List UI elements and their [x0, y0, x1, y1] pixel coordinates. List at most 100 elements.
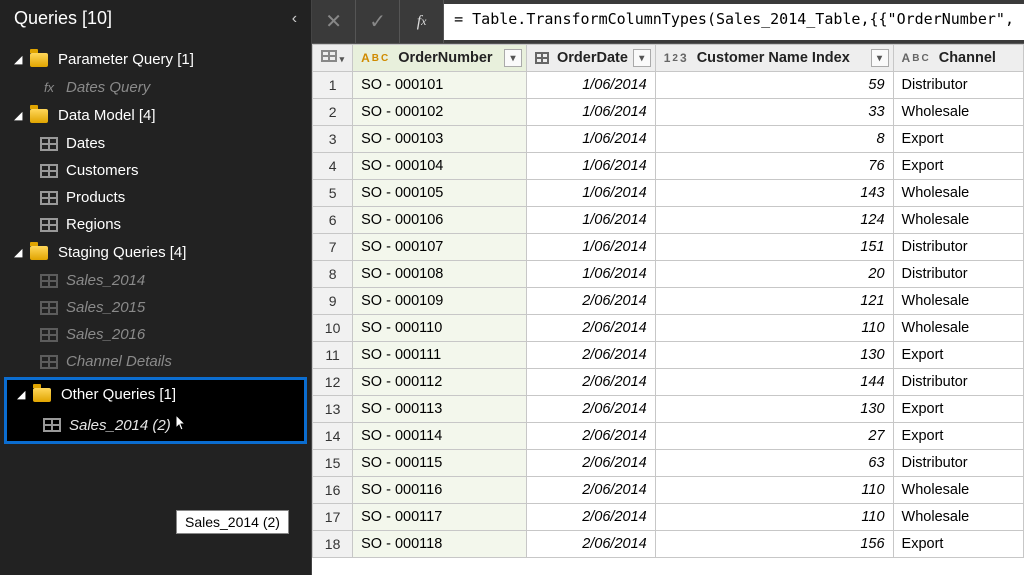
table-row[interactable]: 4SO - 0001041/06/201476Export — [313, 153, 1024, 180]
row-number[interactable]: 13 — [313, 396, 353, 423]
row-number[interactable]: 6 — [313, 207, 353, 234]
query-item[interactable]: Sales_2016 — [0, 321, 311, 348]
row-number[interactable]: 4 — [313, 153, 353, 180]
row-number[interactable]: 12 — [313, 369, 353, 396]
table-row[interactable]: 3SO - 0001031/06/20148Export — [313, 126, 1024, 153]
cell-ordernumber[interactable]: SO - 000113 — [353, 396, 527, 423]
cell-customer-index[interactable]: 33 — [655, 99, 893, 126]
cell-channel[interactable]: Export — [893, 342, 1023, 369]
row-number[interactable]: 5 — [313, 180, 353, 207]
cell-orderdate[interactable]: 2/06/2014 — [526, 288, 655, 315]
query-item[interactable]: fxDates Query — [0, 74, 311, 101]
cell-orderdate[interactable]: 2/06/2014 — [526, 369, 655, 396]
cell-customer-index[interactable]: 110 — [655, 504, 893, 531]
row-number[interactable]: 2 — [313, 99, 353, 126]
cell-customer-index[interactable]: 110 — [655, 477, 893, 504]
table-row[interactable]: 15SO - 0001152/06/201463Distributor — [313, 450, 1024, 477]
group-header[interactable]: ◢Parameter Query [1] — [0, 45, 311, 74]
cell-channel[interactable]: Export — [893, 531, 1023, 558]
table-row[interactable]: 5SO - 0001051/06/2014143Wholesale — [313, 180, 1024, 207]
cell-orderdate[interactable]: 1/06/2014 — [526, 72, 655, 99]
row-number[interactable]: 15 — [313, 450, 353, 477]
cell-channel[interactable]: Wholesale — [893, 504, 1023, 531]
cell-channel[interactable]: Export — [893, 423, 1023, 450]
select-all-corner[interactable]: ▾ — [313, 45, 353, 72]
row-number[interactable]: 14 — [313, 423, 353, 450]
table-row[interactable]: 9SO - 0001092/06/2014121Wholesale — [313, 288, 1024, 315]
row-number[interactable]: 3 — [313, 126, 353, 153]
cell-ordernumber[interactable]: SO - 000115 — [353, 450, 527, 477]
row-number[interactable]: 8 — [313, 261, 353, 288]
cell-customer-index[interactable]: 20 — [655, 261, 893, 288]
table-row[interactable]: 14SO - 0001142/06/201427Export — [313, 423, 1024, 450]
row-number[interactable]: 10 — [313, 315, 353, 342]
cell-ordernumber[interactable]: SO - 000102 — [353, 99, 527, 126]
cell-channel[interactable]: Wholesale — [893, 315, 1023, 342]
cell-orderdate[interactable]: 2/06/2014 — [526, 423, 655, 450]
cell-ordernumber[interactable]: SO - 000117 — [353, 504, 527, 531]
cell-channel[interactable]: Distributor — [893, 234, 1023, 261]
cell-customer-index[interactable]: 144 — [655, 369, 893, 396]
cell-channel[interactable]: Distributor — [893, 369, 1023, 396]
table-row[interactable]: 10SO - 0001102/06/2014110Wholesale — [313, 315, 1024, 342]
table-row[interactable]: 7SO - 0001071/06/2014151Distributor — [313, 234, 1024, 261]
cell-ordernumber[interactable]: SO - 000114 — [353, 423, 527, 450]
row-number[interactable]: 9 — [313, 288, 353, 315]
query-item[interactable]: Regions — [0, 211, 311, 238]
cell-orderdate[interactable]: 1/06/2014 — [526, 126, 655, 153]
cell-customer-index[interactable]: 124 — [655, 207, 893, 234]
cell-channel[interactable]: Distributor — [893, 261, 1023, 288]
cell-ordernumber[interactable]: SO - 000110 — [353, 315, 527, 342]
cell-channel[interactable]: Distributor — [893, 450, 1023, 477]
cell-ordernumber[interactable]: SO - 000111 — [353, 342, 527, 369]
table-row[interactable]: 18SO - 0001182/06/2014156Export — [313, 531, 1024, 558]
row-number[interactable]: 16 — [313, 477, 353, 504]
filter-dropdown-icon[interactable]: ▾ — [633, 49, 651, 67]
query-item[interactable]: Sales_2014 — [0, 267, 311, 294]
cell-ordernumber[interactable]: SO - 000108 — [353, 261, 527, 288]
cell-channel[interactable]: Wholesale — [893, 288, 1023, 315]
cell-channel[interactable]: Wholesale — [893, 180, 1023, 207]
cell-channel[interactable]: Export — [893, 153, 1023, 180]
cell-channel[interactable]: Wholesale — [893, 477, 1023, 504]
column-header-ordernumber[interactable]: ABC OrderNumber ▾ — [353, 45, 527, 72]
cell-orderdate[interactable]: 1/06/2014 — [526, 207, 655, 234]
cell-orderdate[interactable]: 1/06/2014 — [526, 261, 655, 288]
cell-orderdate[interactable]: 2/06/2014 — [526, 450, 655, 477]
cell-ordernumber[interactable]: SO - 000104 — [353, 153, 527, 180]
query-item[interactable]: Sales_2015 — [0, 294, 311, 321]
cell-ordernumber[interactable]: SO - 000105 — [353, 180, 527, 207]
cell-ordernumber[interactable]: SO - 000116 — [353, 477, 527, 504]
cell-channel[interactable]: Wholesale — [893, 99, 1023, 126]
cell-orderdate[interactable]: 1/06/2014 — [526, 153, 655, 180]
table-row[interactable]: 16SO - 0001162/06/2014110Wholesale — [313, 477, 1024, 504]
group-header[interactable]: ◢Staging Queries [4] — [0, 238, 311, 267]
group-other-queries[interactable]: ◢ Other Queries [1] — [7, 380, 304, 409]
column-header-channel[interactable]: ABC Channel — [893, 45, 1023, 72]
row-number[interactable]: 7 — [313, 234, 353, 261]
cell-ordernumber[interactable]: SO - 000103 — [353, 126, 527, 153]
accept-formula-button[interactable]: ✓ — [356, 0, 400, 44]
query-item[interactable]: Dates — [0, 130, 311, 157]
cell-ordernumber[interactable]: SO - 000101 — [353, 72, 527, 99]
cell-channel[interactable]: Distributor — [893, 72, 1023, 99]
cell-orderdate[interactable]: 2/06/2014 — [526, 315, 655, 342]
cell-ordernumber[interactable]: SO - 000106 — [353, 207, 527, 234]
query-item[interactable]: Channel Details — [0, 348, 311, 375]
table-row[interactable]: 8SO - 0001081/06/201420Distributor — [313, 261, 1024, 288]
group-header[interactable]: ◢Data Model [4] — [0, 101, 311, 130]
cell-ordernumber[interactable]: SO - 000112 — [353, 369, 527, 396]
formula-input[interactable]: = Table.TransformColumnTypes(Sales_2014_… — [444, 4, 1024, 40]
cell-customer-index[interactable]: 59 — [655, 72, 893, 99]
cell-ordernumber[interactable]: SO - 000118 — [353, 531, 527, 558]
cell-orderdate[interactable]: 1/06/2014 — [526, 180, 655, 207]
cell-channel[interactable]: Wholesale — [893, 207, 1023, 234]
row-number[interactable]: 17 — [313, 504, 353, 531]
cell-customer-index[interactable]: 156 — [655, 531, 893, 558]
query-item[interactable]: Customers — [0, 157, 311, 184]
table-row[interactable]: 13SO - 0001132/06/2014130Export — [313, 396, 1024, 423]
cell-orderdate[interactable]: 2/06/2014 — [526, 531, 655, 558]
table-row[interactable]: 2SO - 0001021/06/201433Wholesale — [313, 99, 1024, 126]
cell-channel[interactable]: Export — [893, 396, 1023, 423]
collapse-sidebar-icon[interactable]: ‹ — [292, 10, 297, 28]
